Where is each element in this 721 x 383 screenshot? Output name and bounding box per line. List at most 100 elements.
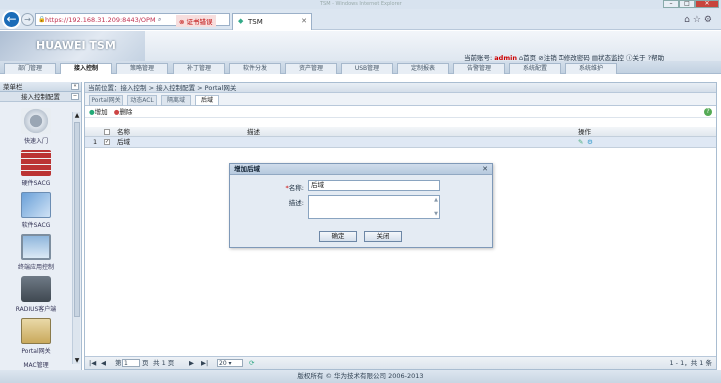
server-icon [21,276,51,302]
menu-dept[interactable]: 部门管理 [4,63,56,74]
maximize-button[interactable]: □ [679,0,695,8]
settings-icon[interactable]: ⚙ [704,15,715,25]
home-icon[interactable]: ⌂ [684,15,693,25]
logo-text: HUAWEI TSM [36,39,116,52]
browser-toolbar-icons: ⌂☆⚙ [684,15,715,25]
sidebar-item-terminal-control[interactable]: 终端应用控制 [6,234,66,274]
name-label: *名称: [285,184,304,192]
sidebar-item-label: 终端应用控制 [17,264,54,271]
delete-button[interactable]: 删除 [119,108,132,116]
row-index: 1 [93,138,98,146]
page-size-value: 20 [219,360,227,367]
portal-icon [21,318,51,344]
browser-tab[interactable]: ◆ TSM ✕ [232,13,312,30]
menu-usb[interactable]: USB管理 [341,63,393,74]
row-checkbox[interactable]: ✓ [104,139,110,145]
browser-navbar: ← → 🔒 https://192.168.31.209:8443/OPMUI/… [0,9,721,30]
name-input[interactable]: 后域 [308,180,440,191]
minimize-button[interactable]: – [663,0,679,8]
gear-icon [21,108,51,134]
sidebar-item-quickstart[interactable]: 快速入门 [6,108,66,148]
sidebar-item-sw-sacg[interactable]: 软件SACG [6,192,66,232]
logo: HUAWEI TSM [0,31,145,61]
menu-policy[interactable]: 策略管理 [116,63,168,74]
sidebar-item-hw-sacg[interactable]: 硬件SACG [6,150,66,190]
main-menu: 部门管理 接入控制 策略管理 补丁管理 软件分发 资产管理 USB管理 定制报表… [0,61,721,74]
help-icon[interactable]: ? [704,108,712,116]
cert-error-icon: ⊗ [179,18,187,26]
column-desc[interactable]: 描述 [247,127,260,137]
first-page-icon[interactable]: |◀ [89,357,96,370]
sidebar-item-mac[interactable]: MAC管理 [6,358,66,370]
add-button[interactable]: 增加 [95,108,108,116]
tab-portal-gateway[interactable]: Portal网关 [89,95,123,106]
menu-asset[interactable]: 资产管理 [285,63,337,74]
scroll-down-icon[interactable]: ▼ [434,211,438,217]
ok-button[interactable]: 确定 [319,231,357,242]
next-page-icon[interactable]: ▶ [189,357,194,370]
menu-report[interactable]: 定制报表 [397,63,449,74]
scroll-up-icon[interactable]: ▲ [73,112,81,119]
cert-error-label: 证书错误 [186,18,213,26]
firewall-icon [21,150,51,176]
sidebar-item-label: 快速入门 [23,138,48,145]
close-button[interactable]: 关闭 [364,231,402,242]
menu-patch[interactable]: 补丁管理 [173,63,225,74]
sidebar-item-label: RADIUS客户端 [15,306,57,313]
scroll-thumb[interactable] [74,122,80,317]
tab-close-icon[interactable]: ✕ [301,17,307,25]
dialog-close-icon[interactable]: ✕ [481,165,489,173]
back-button[interactable]: ← [2,10,21,29]
scroll-up-icon[interactable]: ▲ [434,197,438,203]
refresh-icon[interactable]: ⟳ [249,357,254,370]
total-pages: 共 1 页 [153,359,175,367]
table-row[interactable]: 1 ✓ 后域 ✎ ⚙ [85,137,716,148]
select-all-checkbox[interactable] [104,129,110,135]
address-bar[interactable]: 🔒 https://192.168.31.209:8443/OPMUI/ ⌕ ⊗… [35,13,230,27]
collapse-section-icon[interactable]: − [71,93,79,100]
dialog-title: 增加后域 [234,165,260,173]
grid-header: 名称 描述 操作 [85,127,716,137]
desc-textarea[interactable]: ▲ ▼ [308,195,440,219]
cert-error-badge[interactable]: ⊗ 证书错误 [176,15,216,27]
forward-button[interactable]: → [21,13,34,26]
last-page-icon[interactable]: ▶| [201,357,208,370]
favorites-icon[interactable]: ☆ [693,15,704,25]
close-window-button[interactable]: ✕ [695,0,719,8]
menu-alarm[interactable]: 告警管理 [453,63,505,74]
edit-icon[interactable]: ✎ [578,137,583,148]
sidebar-section[interactable]: 接入控制配置 − [0,92,81,102]
tab-dynamic-acl[interactable]: 动态ACL [127,95,157,106]
scroll-down-icon[interactable]: ▼ [73,357,81,364]
sidebar: 菜单栏 « 接入控制配置 − 快速入门 硬件SACG 软件SACG 终端应用控制… [0,82,82,370]
data-grid: 名称 描述 操作 1 ✓ 后域 ✎ ⚙ [85,127,716,148]
tab-favicon-icon: ◆ [238,17,244,25]
sidebar-item-portal[interactable]: Portal网关 [6,318,66,358]
sidebar-title: 菜单栏 [3,83,23,91]
window-controls: – □ ✕ [663,0,719,9]
sidebar-scrollbar[interactable]: ▲ ▼ [72,112,80,364]
page-size-select[interactable]: 20 ▾ [217,359,243,367]
menu-system-maint[interactable]: 系统维护 [565,63,617,74]
page-prefix: 第 [115,359,122,367]
tab-post-domain[interactable]: 后域 [195,95,219,106]
add-domain-dialog: 增加后域 ✕ *名称: 后域 描述: ▲ ▼ 确定 关闭 [229,163,493,248]
dialog-title-bar: 增加后域 ✕ [230,164,492,175]
sidebar-item-radius[interactable]: RADIUS客户端 [6,276,66,316]
collapse-sidebar-icon[interactable]: « [71,83,79,90]
menu-system-config[interactable]: 系统配置 [509,63,561,74]
pager: |◀ ◀ 第 1 页 共 1 页 ▶ ▶| 20 ▾ ⟳ 1 - 1，共 1 条 [85,356,716,369]
page-mid: 页 [142,359,149,367]
tab-isolation-domain[interactable]: 隔离域 [161,95,191,106]
settings-icon[interactable]: ⚙ [587,137,593,148]
sidebar-item-label: MAC管理 [23,362,49,369]
monitor-icon [21,234,51,260]
menu-software[interactable]: 软件分发 [229,63,281,74]
prev-page-icon[interactable]: ◀ [101,357,106,370]
search-icon[interactable]: ⌕ [158,16,161,24]
menu-access-control[interactable]: 接入控制 [60,63,112,74]
footer: 版权所有 © 华为技术有限公司 2006-2013 [0,370,721,383]
column-name[interactable]: 名称 [117,127,130,137]
pager-summary: 1 - 1，共 1 条 [669,359,712,367]
page-input[interactable]: 1 [122,359,140,367]
